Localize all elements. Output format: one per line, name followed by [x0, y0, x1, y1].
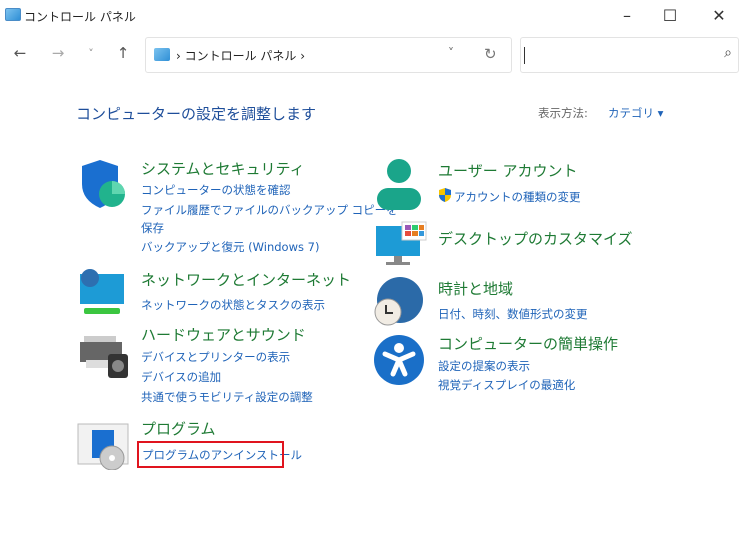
link-backup-restore[interactable]: バックアップと復元 (Windows 7) — [141, 239, 319, 255]
category-user-accounts[interactable]: ユーザー アカウント — [438, 160, 577, 181]
search-icon[interactable]: ⌕ — [724, 45, 732, 61]
view-by-label: 表示方法: — [538, 106, 588, 120]
search-input[interactable]: ⌕ — [520, 37, 739, 73]
network-icon — [80, 269, 124, 314]
desktop-icon — [376, 221, 427, 265]
highlight-box — [137, 441, 284, 468]
link-mobility-settings[interactable]: 共通で使うモビリティ設定の調整 — [141, 389, 313, 405]
control-panel-icon — [154, 48, 170, 61]
up-button[interactable]: ↑ — [113, 44, 133, 62]
view-by-dropdown[interactable]: カテゴリ ▾ — [608, 105, 663, 121]
category-clock-region[interactable]: 時計と地域 — [438, 278, 513, 299]
clock-globe-icon — [374, 277, 423, 326]
link-devices-printers[interactable]: デバイスとプリンターの表示 — [141, 349, 290, 365]
refresh-icon[interactable]: ↻ — [484, 45, 497, 63]
back-button[interactable]: ← — [10, 44, 30, 62]
link-add-device[interactable]: デバイスの追加 — [141, 369, 221, 385]
category-programs[interactable]: プログラム — [141, 418, 216, 439]
minimize-button[interactable]: – — [612, 4, 642, 28]
category-personalization[interactable]: デスクトップのカスタマイズ — [438, 228, 633, 249]
address-bar[interactable]: › コントロール パネル › ˅ ↻ — [145, 37, 512, 73]
chevron-down-icon[interactable]: ˅ — [448, 46, 454, 60]
maximize-button[interactable]: ☐ — [655, 4, 685, 28]
link-change-account-type[interactable]: アカウントの種類の変更 — [454, 189, 581, 205]
category-hardware-sound[interactable]: ハードウェアとサウンド — [141, 324, 306, 345]
programs-icon — [77, 423, 129, 470]
recent-locations-button[interactable]: ˅ — [81, 47, 101, 60]
window-title: コントロール パネル — [24, 10, 136, 24]
category-ease-of-access[interactable]: コンピューターの簡単操作 — [438, 333, 618, 354]
printer-icon — [80, 336, 128, 378]
link-file-history-cont[interactable]: 保存 — [141, 220, 164, 236]
text-caret — [524, 47, 525, 64]
control-panel-icon — [5, 8, 21, 21]
shield-icon — [82, 160, 125, 208]
link-date-time-format[interactable]: 日付、時刻、数値形式の変更 — [438, 306, 588, 322]
forward-button[interactable]: → — [48, 44, 68, 62]
category-network-internet[interactable]: ネットワークとインターネット — [141, 269, 351, 290]
link-check-status[interactable]: コンピューターの状態を確認 — [141, 182, 291, 198]
link-file-history[interactable]: ファイル履歴でファイルのバックアップ コピーを — [141, 202, 398, 218]
close-button[interactable]: ✕ — [704, 4, 734, 28]
link-network-status[interactable]: ネットワークの状態とタスクの表示 — [141, 297, 325, 313]
page-title: コンピューターの設定を調整します — [76, 105, 317, 123]
category-system-security[interactable]: システムとセキュリティ — [141, 158, 305, 179]
link-optimize-display[interactable]: 視覚ディスプレイの最適化 — [438, 377, 575, 393]
breadcrumb[interactable]: › コントロール パネル › — [176, 47, 305, 64]
accessibility-icon — [374, 335, 424, 385]
link-suggested-settings[interactable]: 設定の提案の表示 — [438, 358, 530, 374]
user-account-icon — [377, 159, 421, 210]
uac-shield-icon — [439, 188, 451, 202]
